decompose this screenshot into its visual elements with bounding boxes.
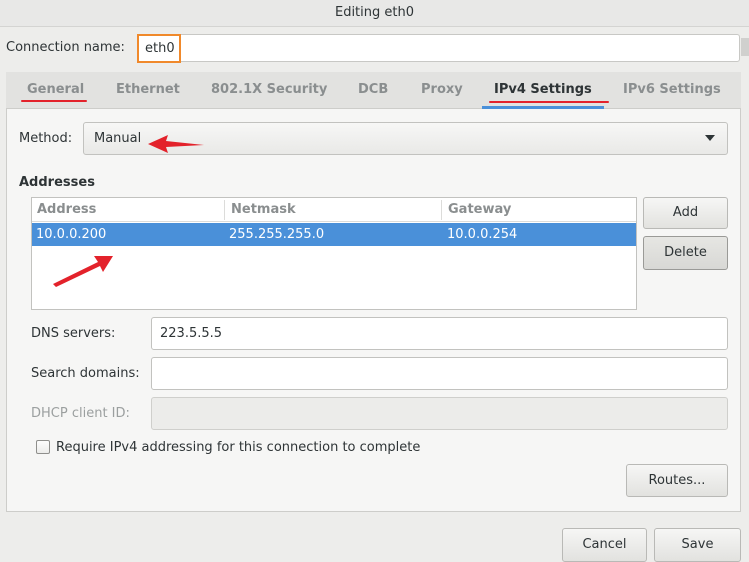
annotation-arrow-icon xyxy=(148,135,204,153)
annotation-arrows xyxy=(53,135,204,287)
annotation-arrow-icon xyxy=(53,256,113,287)
